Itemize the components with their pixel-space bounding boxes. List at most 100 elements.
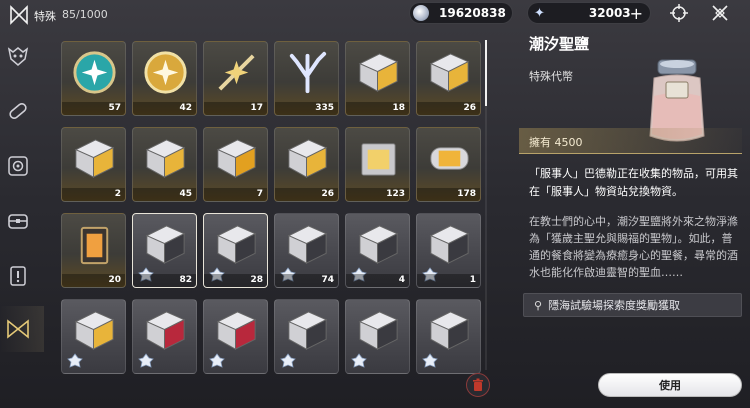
currency-b-value: 32003 (588, 6, 631, 20)
capsule-tank-icon (430, 147, 469, 170)
inventory-item[interactable] (132, 299, 197, 374)
gold-orb-icon (144, 51, 187, 94)
inventory-item[interactable]: 335 (274, 41, 339, 116)
gold-box-d-icon (74, 311, 115, 350)
silver-box-f-icon (287, 311, 328, 350)
item-count: 74 (321, 275, 334, 285)
item-count: 82 (179, 275, 192, 285)
item-count: 17 (250, 103, 263, 113)
inventory-item[interactable]: 82 (132, 213, 197, 288)
coral-crystal-icon (289, 51, 327, 94)
owned-count: 擁有 4500 (529, 136, 583, 149)
gold-box-icon (74, 139, 115, 178)
sidebar-item-gear[interactable] (6, 154, 30, 178)
faction-badge-icon (351, 353, 367, 368)
inventory-capacity: 85/1000 (62, 8, 108, 21)
chest-icon (8, 214, 28, 229)
item-count: 57 (108, 103, 121, 113)
item-count: 20 (108, 275, 121, 285)
faction-badge-icon (280, 353, 296, 368)
inventory-item[interactable] (274, 299, 339, 374)
amber-cube-icon (216, 139, 257, 178)
inventory-item[interactable]: 26 (416, 41, 481, 116)
inventory-item[interactable] (345, 299, 410, 374)
silver-box-b-icon (216, 225, 257, 264)
item-count: 26 (463, 103, 476, 113)
inventory-item[interactable]: 2 (61, 127, 126, 202)
inventory-item[interactable]: 1 (416, 213, 481, 288)
item-count: 7 (256, 189, 263, 199)
silver-box-icon (145, 225, 186, 264)
item-count: 335 (315, 103, 334, 113)
faction-badge-icon (138, 353, 154, 368)
inventory-item[interactable]: 45 (132, 127, 197, 202)
currency-b-display[interactable]: ✦ 32003 + (527, 2, 651, 24)
gold-box-b-icon (145, 139, 186, 178)
delete-button[interactable] (466, 373, 490, 397)
location-pin-icon: ⚲ (534, 298, 543, 312)
add-currency-button[interactable]: + (630, 4, 643, 23)
item-type: 特殊代幣 (529, 70, 573, 83)
inventory-item[interactable]: 178 (416, 127, 481, 202)
item-description: 「服事人」巴德勒正在收集的物品，可用其在「服事人」物資站兌換物資。 (529, 167, 738, 198)
inventory-item[interactable]: 17 (203, 41, 268, 116)
coin-icon (413, 5, 429, 21)
inventory-item[interactable]: 26 (274, 127, 339, 202)
sidebar-item-special[interactable] (6, 317, 30, 341)
inventory-item[interactable]: 57 (61, 41, 126, 116)
use-button[interactable]: 使用 (598, 373, 742, 397)
silver-box-g-icon (358, 311, 399, 350)
faction-badge-icon (67, 353, 83, 368)
capsule-icon (9, 102, 27, 120)
red-box-icon (145, 311, 186, 350)
special-icon (7, 319, 29, 339)
faction-badge-icon (422, 353, 438, 368)
currency-a-value: 19620838 (439, 6, 506, 20)
gold-cube-b-icon (429, 53, 470, 92)
sidebar-item-notice[interactable] (6, 264, 30, 288)
item-title: 潮汐聖鹽 (529, 35, 590, 53)
sidebar-item-chest[interactable] (6, 209, 30, 233)
item-count: 4 (398, 275, 405, 285)
star-sword-icon (218, 54, 255, 91)
inventory-item[interactable] (61, 299, 126, 374)
inventory-item[interactable] (203, 299, 268, 374)
compass-icon[interactable] (669, 3, 689, 23)
item-count: 26 (321, 189, 334, 199)
inventory-item[interactable]: 18 (345, 41, 410, 116)
silver-box-h-icon (429, 311, 470, 350)
top-bar: 特殊 85/1000 19620838 ✦ 32003 + (0, 0, 750, 30)
item-count: 28 (250, 275, 263, 285)
sidebar-item-capsule[interactable] (6, 99, 30, 123)
grid-scrollbar-thumb[interactable] (485, 40, 487, 106)
inventory-item[interactable]: 42 (132, 41, 197, 116)
lantern-icon (80, 226, 109, 265)
inventory-item[interactable]: 4 (345, 213, 410, 288)
item-count: 45 (179, 189, 192, 199)
item-count: 42 (179, 103, 192, 113)
inventory-item[interactable]: 7 (203, 127, 268, 202)
inventory-item[interactable]: 20 (61, 213, 126, 288)
item-count: 2 (114, 189, 121, 199)
trash-icon (473, 378, 483, 391)
silver-box-d-icon (358, 225, 399, 264)
silver-box-e-icon (429, 225, 470, 264)
inventory-item[interactable]: 28 (203, 213, 268, 288)
item-lore: 在教士們的心中，潮汐聖鹽將外來之物淨滌為「獲歲主聖允與賜福的聖物」。如此，普通的… (529, 215, 738, 279)
currency-a-display[interactable]: 19620838 (409, 2, 513, 24)
faction-badge-icon (209, 353, 225, 368)
close-icon[interactable] (710, 3, 730, 23)
sidebar-item-mask[interactable] (6, 44, 30, 68)
item-count: 123 (386, 189, 405, 199)
page-title: 特殊 (34, 10, 56, 23)
gear-box-icon (8, 156, 28, 176)
star-currency-icon: ✦ (534, 5, 545, 21)
item-count: 1 (469, 275, 476, 285)
silver-crate-icon (361, 143, 396, 176)
inventory-item[interactable] (416, 299, 481, 374)
item-count: 18 (392, 103, 405, 113)
red-box-b-icon (216, 311, 257, 350)
inventory-item[interactable]: 123 (345, 127, 410, 202)
inventory-item[interactable]: 74 (274, 213, 339, 288)
item-source[interactable]: ⚲ 隱海試驗場探索度獎勵獲取 (523, 293, 742, 317)
